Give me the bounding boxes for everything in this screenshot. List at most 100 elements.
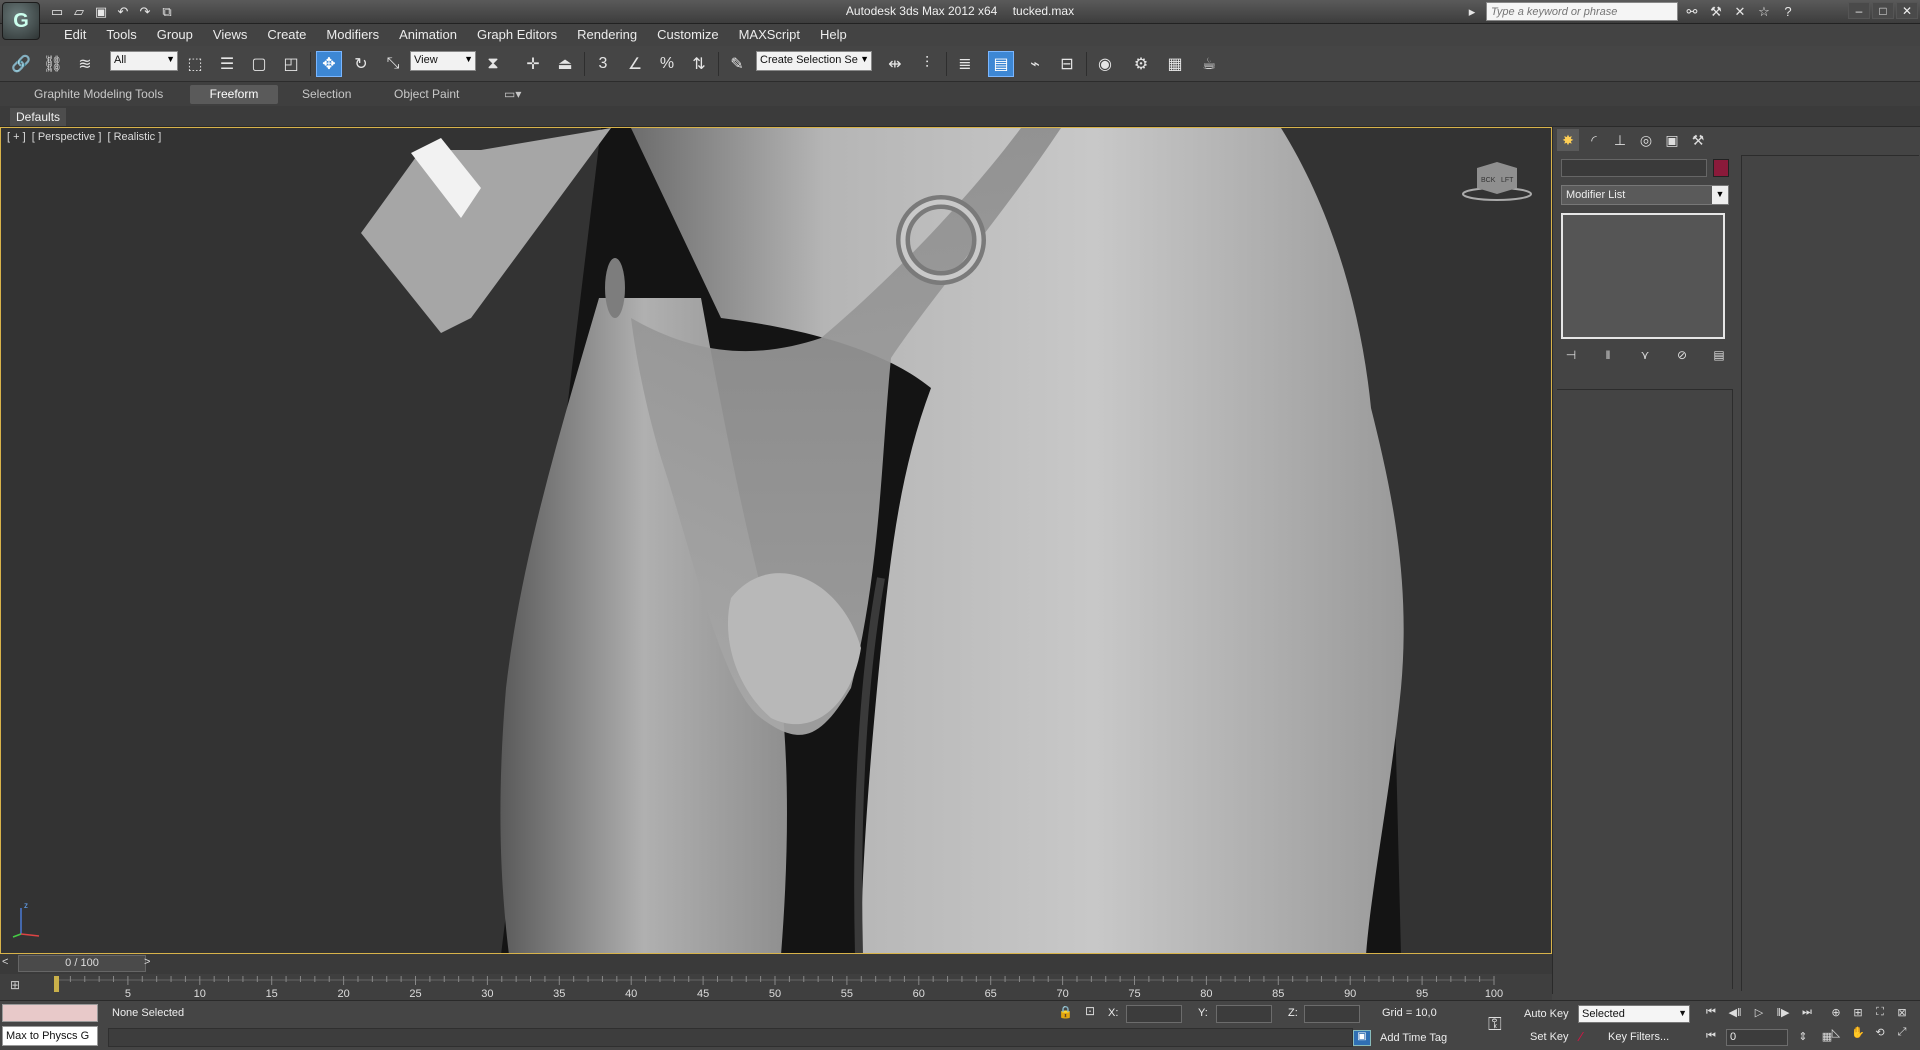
go-to-start-icon[interactable]: ⏮ (1702, 1006, 1720, 1022)
viewcube[interactable]: BCK LFT (1459, 158, 1535, 204)
menu-edit[interactable]: Edit (54, 24, 96, 46)
menu-graph-editors[interactable]: Graph Editors (467, 24, 567, 46)
frame-spinner-icon[interactable]: ⇕ (1794, 1030, 1812, 1046)
close-icon[interactable]: ✕ (1896, 2, 1918, 19)
open-file-icon[interactable]: ▱ (70, 3, 88, 20)
undo-icon[interactable]: ↶ (114, 3, 132, 20)
unlink-selection-icon[interactable]: ⛓ (40, 51, 66, 77)
graphite-toggle-icon[interactable]: ▤ (988, 51, 1014, 77)
set-keys-key-icon[interactable]: ⚿ (1488, 1014, 1502, 1035)
remove-modifier-icon[interactable]: ⊘ (1672, 345, 1692, 365)
y-coordinate-field[interactable] (1216, 1005, 1272, 1023)
percent-snap-icon[interactable]: % (654, 51, 680, 77)
favorites-star-icon[interactable]: ☆ (1754, 3, 1774, 21)
make-unique-icon[interactable]: ⋎ (1635, 345, 1655, 365)
menu-tools[interactable]: Tools (96, 24, 146, 46)
orbit-icon[interactable]: ⟲ (1872, 1026, 1888, 1042)
layer-manager-icon[interactable]: ≣ (952, 51, 978, 77)
tab-selection[interactable]: Selection (290, 85, 363, 104)
go-to-end-icon[interactable]: ⏭ (1798, 1006, 1816, 1022)
reference-coordinate-dropdown[interactable]: View ▼ (410, 51, 476, 71)
zoom-extents-all-icon[interactable]: ⊠ (1894, 1006, 1910, 1022)
hierarchy-panel-icon[interactable]: ⊥ (1609, 129, 1631, 151)
menu-customize[interactable]: Customize (647, 24, 728, 46)
viewport-label-menu[interactable]: [ + ] [ Perspective ] [ Realistic ] (7, 131, 164, 143)
selection-filter-dropdown[interactable]: All ▼ (110, 51, 178, 71)
perspective-viewport[interactable]: [ + ] [ Perspective ] [ Realistic ] BCK … (0, 127, 1552, 954)
set-key-button[interactable]: Set Key (1530, 1031, 1569, 1043)
maxscript-mini-listener[interactable]: Max to Physcs G (2, 1026, 98, 1046)
tab-freeform[interactable]: Freeform (190, 85, 278, 104)
window-crossing-icon[interactable]: ◰ (278, 51, 304, 77)
help-icon[interactable]: ? (1778, 3, 1798, 21)
material-editor-icon[interactable]: ◉ (1092, 51, 1118, 77)
tab-graphite-modeling-tools[interactable]: Graphite Modeling Tools (22, 85, 175, 104)
named-selection-dropdown[interactable]: Create Selection Se ▼ (756, 51, 872, 71)
render-setup-icon[interactable]: ⚙ (1128, 51, 1154, 77)
select-object-icon[interactable]: ⬚ (182, 51, 208, 77)
select-and-rotate-icon[interactable]: ↻ (348, 51, 374, 77)
menu-group[interactable]: Group (147, 24, 203, 46)
previous-frame-icon[interactable]: ◀‖ (1726, 1006, 1744, 1022)
new-file-icon[interactable]: ▭ (48, 3, 66, 20)
display-panel-icon[interactable]: ▣ (1661, 129, 1683, 151)
binoculars-icon[interactable]: ⚯ (1682, 3, 1702, 21)
time-tag-icon[interactable]: ▣ (1353, 1030, 1371, 1046)
rectangular-selection-icon[interactable]: ▢ (246, 51, 272, 77)
angle-snap-icon[interactable]: ∠ (622, 51, 648, 77)
create-panel-icon[interactable]: ✸ (1557, 129, 1579, 151)
object-name-field[interactable] (1561, 159, 1707, 177)
frame-ruler[interactable]: 5 10 15 20 25 30 35 40 45 50 55 60 65 70 75 80 85 90 95 100 (0, 974, 1552, 1000)
menu-animation[interactable]: Animation (389, 24, 467, 46)
show-end-result-icon[interactable]: ‖ (1598, 345, 1618, 365)
communication-icon[interactable]: ✕ (1730, 3, 1750, 21)
selection-lock-icon[interactable]: 🔒 (1058, 1005, 1073, 1019)
select-and-link-icon[interactable]: 🔗 (8, 51, 34, 77)
minimize-icon[interactable]: – (1848, 2, 1870, 19)
z-coordinate-field[interactable] (1304, 1005, 1360, 1023)
project-folder-icon[interactable]: ⧉ (158, 3, 176, 20)
key-filters-button[interactable]: Key Filters... (1608, 1031, 1669, 1043)
snaps-toggle-icon[interactable]: 3 (590, 51, 616, 77)
modify-panel-icon[interactable]: ◜ (1583, 129, 1605, 151)
time-slider-next[interactable]: > (144, 956, 158, 972)
curve-editor-icon[interactable]: ⌁ (1022, 51, 1048, 77)
open-mini-curve-editor-icon[interactable]: ⊞ (10, 978, 30, 996)
pivot-center-icon[interactable]: ⧗ (480, 51, 506, 77)
keyboard-shortcut-override-icon[interactable]: ⏏ (552, 51, 578, 77)
viewport-general-menu[interactable]: [ + ] (7, 131, 26, 143)
maxscript-listener-output[interactable] (2, 1004, 98, 1022)
time-slider-thumb[interactable]: 0 / 100 (18, 955, 146, 972)
render-production-icon[interactable]: ☕ (1196, 51, 1222, 77)
utilities-panel-icon[interactable]: ⚒ (1687, 129, 1709, 151)
zoom-icon[interactable]: ⊕ (1828, 1006, 1844, 1022)
next-frame-icon[interactable]: ‖▶ (1774, 1006, 1792, 1022)
select-and-move-icon[interactable]: ✥ (316, 51, 342, 77)
current-frame-marker[interactable] (54, 976, 59, 992)
motion-panel-icon[interactable]: ◎ (1635, 129, 1657, 151)
zoom-extents-icon[interactable]: ⛶ (1872, 1006, 1888, 1022)
expand-arrow-icon[interactable]: ▸ (1462, 3, 1482, 21)
edit-named-selection-icon[interactable]: ✎ (724, 51, 750, 77)
current-frame-field[interactable]: 0 (1726, 1029, 1788, 1046)
absolute-mode-transform-icon[interactable]: ⊡ (1085, 1004, 1095, 1018)
redo-icon[interactable]: ↷ (136, 3, 154, 20)
bind-to-space-warp-icon[interactable]: ≋ (72, 51, 98, 77)
save-file-icon[interactable]: ▣ (92, 3, 110, 20)
ribbon-options-icon[interactable]: ▭▾ (492, 85, 533, 104)
modifier-stack[interactable] (1561, 213, 1725, 339)
time-slider[interactable]: < 0 / 100 > (0, 954, 1552, 974)
default-tangent-icon[interactable]: ⁄ (1580, 1029, 1582, 1044)
menu-create[interactable]: Create (257, 24, 316, 46)
modifier-list-dropdown[interactable]: Modifier List ▼ (1561, 185, 1729, 205)
defaults-panel-tab[interactable]: Defaults (10, 108, 67, 126)
zoom-all-icon[interactable]: ⊞ (1850, 1006, 1866, 1022)
maximize-icon[interactable]: □ (1872, 2, 1894, 19)
select-by-name-icon[interactable]: ☰ (214, 51, 240, 77)
track-bar[interactable]: 5 10 15 20 25 30 35 40 45 50 55 60 65 70 75 80 85 90 95 100… (0, 974, 1552, 1000)
search-input[interactable] (1486, 2, 1678, 21)
time-slider-previous[interactable]: < (2, 956, 16, 972)
select-and-scale-icon[interactable]: ⤡ (380, 51, 406, 77)
x-coordinate-field[interactable] (1126, 1005, 1182, 1023)
viewcube-face-back[interactable]: BCK (1481, 177, 1496, 184)
